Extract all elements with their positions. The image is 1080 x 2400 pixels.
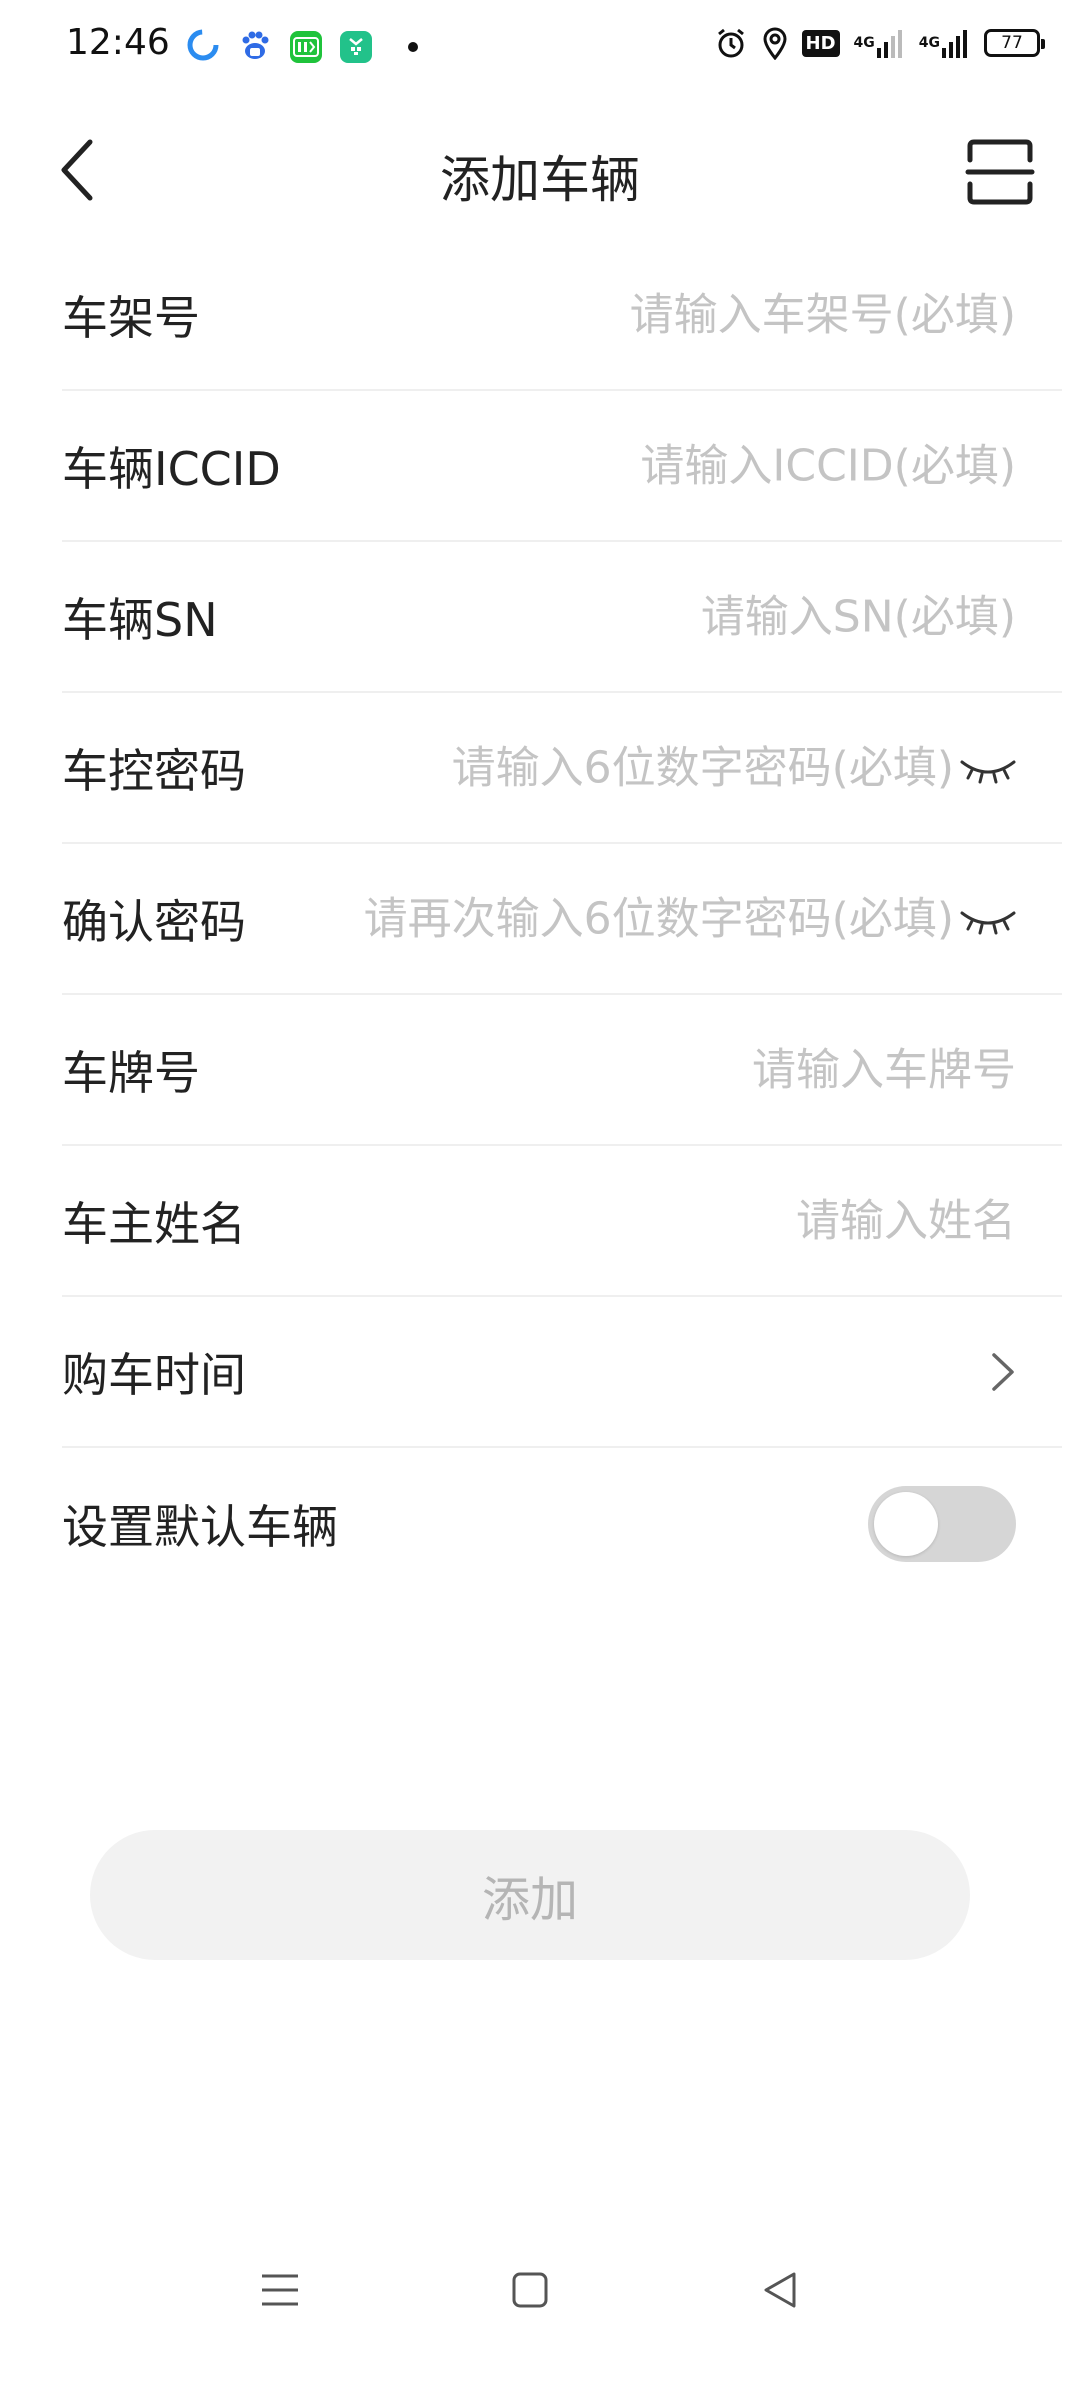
scan-icon xyxy=(965,139,1035,205)
confirm-password-input[interactable] xyxy=(334,893,954,944)
signal-icon-2: 4G xyxy=(919,26,970,60)
page-title: 添加车辆 xyxy=(440,151,640,209)
sn-label: 车辆SN xyxy=(62,592,218,647)
owner-name-input[interactable] xyxy=(376,1195,1016,1246)
row-owner-name: 车主姓名 xyxy=(62,1146,1062,1297)
confirm-password-visibility-toggle[interactable] xyxy=(958,899,1018,939)
purchase-time-picker[interactable] xyxy=(988,1349,1018,1395)
alarm-icon xyxy=(714,26,748,60)
more-notifications-dot xyxy=(408,42,418,52)
sn-input[interactable] xyxy=(376,591,1016,642)
owner-name-label: 车主姓名 xyxy=(62,1196,246,1251)
baidu-icon xyxy=(238,28,272,66)
row-frame-number: 车架号 xyxy=(62,240,1062,391)
purchase-time-label: 购车时间 xyxy=(62,1347,246,1402)
home-button[interactable] xyxy=(500,2260,560,2320)
app-header: 添加车辆 xyxy=(0,110,1080,230)
plate-number-label: 车牌号 xyxy=(62,1045,200,1100)
network-label-2: 4G xyxy=(918,35,940,51)
iqiyi-icon xyxy=(290,31,322,63)
row-purchase-time[interactable]: 购车时间 xyxy=(62,1297,1062,1448)
frame-number-label: 车架号 xyxy=(62,290,200,345)
confirm-password-label: 确认密码 xyxy=(62,894,246,949)
signal-icon-1: 4G xyxy=(854,26,905,60)
toggle-knob xyxy=(874,1491,938,1556)
status-bar: 12:46 HD 4G 4G 77 xyxy=(0,0,1080,96)
add-vehicle-form: 车架号 车辆ICCID 车辆SN 车控密码 确认密码 xyxy=(62,240,1062,1599)
network-label-1: 4G xyxy=(853,35,875,51)
frame-number-input[interactable] xyxy=(376,289,1016,340)
scan-button[interactable] xyxy=(964,136,1036,208)
row-iccid: 车辆ICCID xyxy=(62,391,1062,542)
control-password-input[interactable] xyxy=(334,742,954,793)
browser-icon xyxy=(186,28,220,66)
control-password-visibility-toggle[interactable] xyxy=(958,748,1018,788)
iccid-input[interactable] xyxy=(376,440,1016,491)
row-sn: 车辆SN xyxy=(62,542,1062,693)
row-confirm-password: 确认密码 xyxy=(62,844,1062,995)
default-vehicle-label: 设置默认车辆 xyxy=(62,1499,338,1554)
control-password-label: 车控密码 xyxy=(62,743,246,798)
row-default-vehicle: 设置默认车辆 xyxy=(62,1448,1062,1599)
status-right-icons: HD 4G 4G 77 xyxy=(714,26,1045,60)
eye-closed-icon xyxy=(960,760,1016,783)
home-square-icon xyxy=(512,2272,548,2308)
system-nav-bar xyxy=(0,2230,1080,2350)
default-vehicle-toggle[interactable] xyxy=(868,1485,1016,1562)
status-time: 12:46 xyxy=(66,22,170,63)
notification-icons xyxy=(186,28,418,66)
add-button[interactable]: 添加 xyxy=(90,1830,970,1960)
shop-icon xyxy=(340,31,372,63)
location-icon xyxy=(762,26,788,60)
menu-icon xyxy=(262,2274,298,2306)
iccid-label: 车辆ICCID xyxy=(62,441,281,496)
row-control-password: 车控密码 xyxy=(62,693,1062,844)
eye-closed-icon xyxy=(960,911,1016,934)
back-nav-button[interactable] xyxy=(750,2260,810,2320)
menu-button[interactable] xyxy=(250,2260,310,2320)
chevron-right-icon xyxy=(992,1352,1014,1391)
back-triangle-icon xyxy=(764,2272,796,2308)
plate-number-input[interactable] xyxy=(376,1044,1016,1095)
row-plate-number: 车牌号 xyxy=(62,995,1062,1146)
hd-badge: HD xyxy=(801,29,840,57)
battery-indicator: 77 xyxy=(984,29,1045,57)
